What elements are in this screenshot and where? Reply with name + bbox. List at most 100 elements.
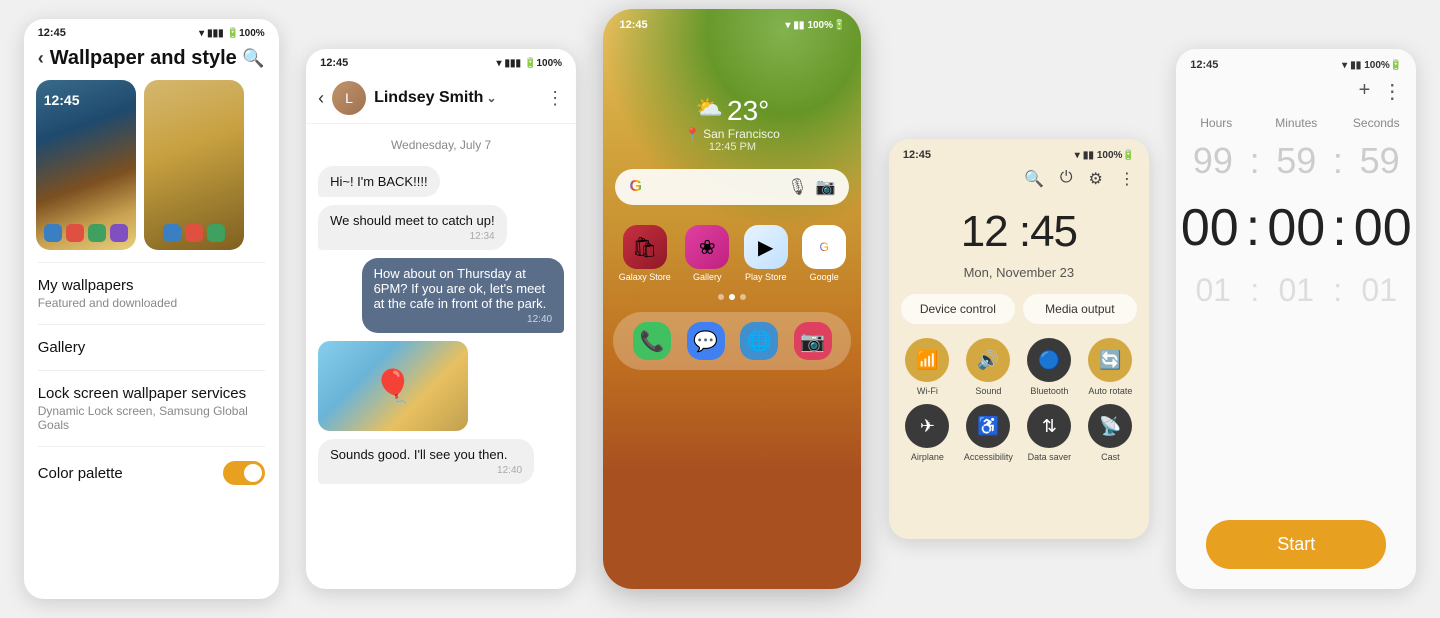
search-icon[interactable]: 🔍 bbox=[242, 48, 264, 69]
timer-minutes-main[interactable]: 00 bbox=[1262, 198, 1330, 258]
galaxy-store-label: Galaxy Store bbox=[619, 272, 671, 282]
color-palette-toggle[interactable] bbox=[223, 461, 265, 485]
home-app-gallery[interactable]: ❀ Gallery bbox=[685, 225, 729, 282]
status-time-2: 12:45 bbox=[320, 57, 348, 69]
timer-spacer bbox=[1176, 313, 1416, 500]
chevron-down-icon: ⌄ bbox=[486, 91, 496, 105]
phone-icon: 📞 bbox=[633, 322, 671, 360]
airplane-tile-label: Airplane bbox=[911, 452, 944, 462]
quick-power-icon[interactable]: ⏻ bbox=[1060, 169, 1073, 189]
internet-icon: 🌐 bbox=[740, 322, 778, 360]
dock-phone[interactable]: 📞 bbox=[633, 322, 671, 360]
start-button[interactable]: Start bbox=[1206, 520, 1386, 569]
hours-label: Hours bbox=[1176, 116, 1256, 130]
timer-bottom-values: 01 : 01 : 01 bbox=[1176, 268, 1416, 313]
message-time: 12:40 bbox=[330, 465, 522, 476]
timer-status-icons: ▾ ▮▮ 100%🔋 bbox=[1342, 60, 1402, 71]
lock-screen-item[interactable]: Lock screen wallpaper services Dynamic L… bbox=[24, 371, 279, 446]
quick-more-icon[interactable]: ⋮ bbox=[1119, 169, 1135, 189]
quick-search-icon[interactable]: 🔍 bbox=[1024, 169, 1044, 189]
timer-status-time: 12:45 bbox=[1190, 59, 1218, 71]
message-bubble-sent-1: How about on Thursday at 6PM? If you are… bbox=[362, 258, 565, 333]
quick-time-big: 12 :45 bbox=[889, 207, 1149, 257]
message-time: 12:40 bbox=[374, 314, 553, 325]
airplane-tile-icon: ✈ bbox=[905, 404, 949, 448]
lock-screen-sub: Dynamic Lock screen, Samsung Global Goal… bbox=[38, 404, 265, 432]
status-icons-1: ▾ ▮▮▮ 🔋100% bbox=[199, 28, 265, 39]
galaxy-store-icon: 🛍 bbox=[623, 225, 667, 269]
timer-main-colon: : bbox=[1332, 198, 1346, 258]
signal-icon: ▮▮▮ bbox=[505, 58, 522, 69]
wallpaper-header: ‹ Wallpaper and style 🔍 bbox=[24, 43, 279, 80]
back-icon[interactable]: ‹ bbox=[38, 48, 44, 69]
wifi-icon: ▾ bbox=[1075, 150, 1080, 161]
play-store-icon: ▶ bbox=[744, 225, 788, 269]
msg-back-icon[interactable]: ‹ bbox=[318, 88, 324, 109]
camera-icon[interactable]: 📷 bbox=[816, 177, 836, 197]
message-body: Wednesday, July 7 Hi~! I'm BACK!!!! We s… bbox=[306, 124, 576, 589]
timer-status-bar: 12:45 ▾ ▮▮ 100%🔋 bbox=[1176, 49, 1416, 75]
data-saver-tile[interactable]: ⇅ Data saver bbox=[1023, 404, 1076, 462]
device-control-button[interactable]: Device control bbox=[901, 294, 1015, 324]
bluetooth-tile-icon: 🔵 bbox=[1027, 338, 1071, 382]
quick-date: Mon, November 23 bbox=[889, 265, 1149, 280]
weather-city: 📍 San Francisco bbox=[685, 127, 780, 141]
home-app-galaxy-store[interactable]: 🛍 Galaxy Store bbox=[619, 225, 671, 282]
more-options-icon[interactable]: ⋮ bbox=[546, 88, 564, 109]
weather-icon: ⛅ bbox=[696, 95, 723, 121]
bluetooth-tile[interactable]: 🔵 Bluetooth bbox=[1023, 338, 1076, 396]
status-icons-2: ▾ ▮▮▮ 🔋100% bbox=[497, 58, 563, 69]
quick-status-icons: ▾ ▮▮ 100%🔋 bbox=[1075, 150, 1135, 161]
timer-top-values: 99 : 59 : 59 bbox=[1176, 134, 1416, 188]
home-app-play-store[interactable]: ▶ Play Store bbox=[744, 225, 788, 282]
color-palette-item[interactable]: Color palette bbox=[24, 447, 279, 499]
signal-icon: ▮▮ bbox=[793, 20, 804, 31]
timer-more-icon[interactable]: ⋮ bbox=[1382, 79, 1402, 104]
wallpaper-thumb-2[interactable] bbox=[144, 80, 244, 250]
wifi-tile[interactable]: 📶 Wi-Fi bbox=[901, 338, 954, 396]
home-app-row-1: 🛍 Galaxy Store ❀ Gallery ▶ Play Store G … bbox=[603, 221, 861, 286]
sound-tile-label: Sound bbox=[975, 386, 1001, 396]
timer-colon: : bbox=[1250, 140, 1260, 182]
timer-seconds-main[interactable]: 00 bbox=[1349, 198, 1417, 258]
gallery-item[interactable]: Gallery bbox=[24, 325, 279, 370]
accessibility-tile[interactable]: ♿ Accessibility bbox=[962, 404, 1015, 462]
weather-time: 12:45 PM bbox=[709, 141, 756, 153]
home-search-bar[interactable]: G 🎙 📷 bbox=[615, 169, 849, 205]
home-status-icons: ▾ ▮▮ 100%🔋 bbox=[785, 19, 845, 31]
location-icon: 📍 bbox=[685, 127, 700, 141]
timer-seconds-top: 59 bbox=[1343, 140, 1416, 182]
contact-name[interactable]: Lindsey Smith ⌄ bbox=[374, 89, 496, 107]
quick-clock-display: 12 :45 bbox=[889, 199, 1149, 265]
home-app-google[interactable]: G Google bbox=[802, 225, 846, 282]
home-weather-widget: ⛅ 23° 📍 San Francisco 12:45 PM bbox=[603, 95, 861, 153]
timer-column-labels: Hours Minutes Seconds bbox=[1176, 112, 1416, 134]
message-bubble-received-2: We should meet to catch up! 12:34 bbox=[318, 205, 507, 250]
sound-tile[interactable]: 🔊 Sound bbox=[962, 338, 1015, 396]
dock-internet[interactable]: 🌐 bbox=[740, 322, 778, 360]
auto-rotate-tile[interactable]: 🔄 Auto rotate bbox=[1084, 338, 1137, 396]
timer-next-colon: : bbox=[1333, 272, 1342, 309]
home-screen-panel: 12:45 ▾ ▮▮ 100%🔋 ⛅ 23° 📍 San Francisco 1… bbox=[603, 9, 861, 589]
dock-camera[interactable]: 📷 bbox=[794, 322, 832, 360]
status-bar-1: 12:45 ▾ ▮▮▮ 🔋100% bbox=[24, 19, 279, 43]
accessibility-tile-icon: ♿ bbox=[966, 404, 1010, 448]
lock-screen-label: Lock screen wallpaper services bbox=[38, 385, 265, 402]
dock-messages[interactable]: 💬 bbox=[687, 322, 725, 360]
my-wallpapers-item[interactable]: My wallpapers Featured and downloaded bbox=[24, 263, 279, 324]
quick-settings-icon[interactable]: ⚙ bbox=[1089, 169, 1103, 189]
add-timer-icon[interactable]: + bbox=[1359, 79, 1371, 104]
cast-tile[interactable]: 📡 Cast bbox=[1084, 404, 1137, 462]
battery-icon: 100%🔋 bbox=[807, 20, 845, 31]
airplane-tile[interactable]: ✈ Airplane bbox=[901, 404, 954, 462]
timer-seconds-next: 01 bbox=[1342, 272, 1416, 309]
wifi-icon: ▾ bbox=[199, 28, 204, 39]
mic-icon[interactable]: 🎙 bbox=[787, 177, 807, 197]
timer-hours-main[interactable]: 00 bbox=[1176, 198, 1244, 258]
messages-panel: 12:45 ▾ ▮▮▮ 🔋100% ‹ L Lindsey Smith ⌄ ⋮ … bbox=[306, 49, 576, 589]
wallpaper-thumb-1[interactable]: 12:45 bbox=[36, 80, 136, 250]
media-output-button[interactable]: Media output bbox=[1023, 294, 1137, 324]
wallpaper-previews: 12:45 bbox=[24, 80, 279, 262]
quick-control-icons: 🔍 ⏻ ⚙ ⋮ bbox=[889, 165, 1149, 199]
thumb-app-icon bbox=[44, 224, 62, 242]
